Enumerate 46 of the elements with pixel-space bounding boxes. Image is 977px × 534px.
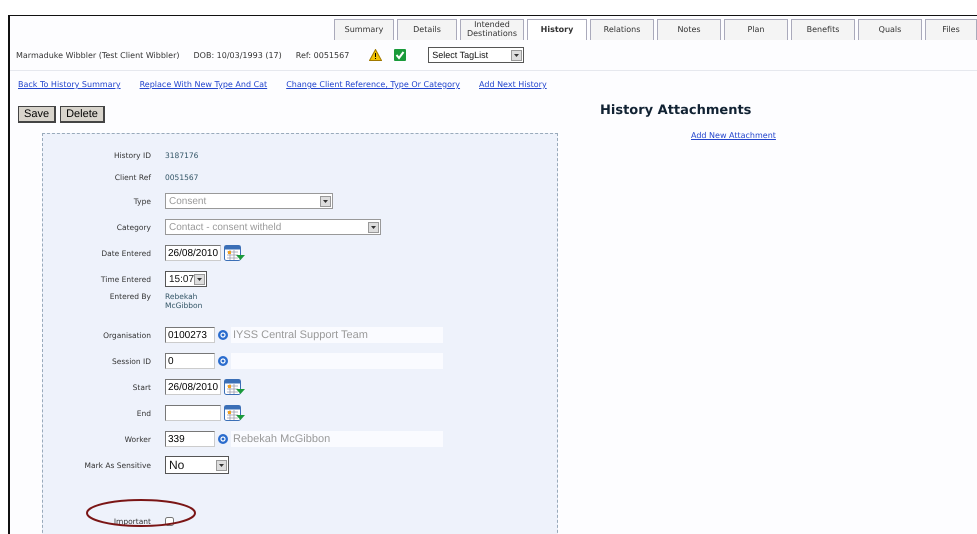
code-field[interactable]: 339: [165, 431, 215, 447]
lookup-description: Rebekah McGibbon: [231, 431, 443, 447]
calendar-icon[interactable]: [224, 404, 246, 422]
dropdown[interactable]: No: [165, 456, 229, 474]
help-icon[interactable]: [218, 356, 228, 366]
client-ref: Ref: 0051567: [296, 50, 350, 60]
calendar-icon[interactable]: [224, 378, 246, 396]
caret-icon: [323, 200, 328, 202]
delete-button[interactable]: Delete: [60, 106, 105, 123]
code-field[interactable]: 0100273: [165, 327, 215, 343]
nav-link[interactable]: Add Next History: [479, 80, 547, 89]
tab[interactable]: Relations: [590, 19, 654, 40]
checkbox[interactable]: [165, 516, 174, 526]
calendar-icon[interactable]: [224, 244, 246, 262]
tab[interactable]: History: [527, 19, 587, 40]
save-button[interactable]: Save: [18, 106, 56, 123]
lookup-description: IYSS Central Support Team: [231, 327, 443, 343]
nav-link[interactable]: Back To History Summary: [18, 80, 121, 89]
caret-icon: [197, 278, 202, 280]
help-icon[interactable]: [218, 434, 228, 444]
date-field[interactable]: [165, 405, 221, 421]
tab[interactable]: Plan: [724, 19, 788, 40]
date-field[interactable]: 26/08/2010: [165, 245, 221, 261]
attachments-heading: History Attachments: [600, 103, 752, 118]
tab[interactable]: Files: [925, 19, 977, 40]
nav-link[interactable]: Change Client Reference, Type Or Category: [286, 80, 460, 89]
add-attachment-link[interactable]: Add New Attachment: [691, 131, 776, 140]
nav-link[interactable]: Replace With New Type And Cat: [140, 80, 268, 89]
code-field[interactable]: 0: [165, 353, 215, 369]
caret-icon: [219, 464, 224, 466]
help-icon[interactable]: [218, 330, 228, 340]
tab[interactable]: Summary: [334, 19, 394, 40]
client-name: Marmaduke Wibbler (Test Client Wibbler): [16, 50, 180, 60]
tab[interactable]: Intended Destinations: [460, 19, 524, 40]
tab[interactable]: Notes: [657, 19, 721, 40]
tab[interactable]: Details: [397, 19, 457, 40]
caret-icon: [371, 226, 376, 228]
taglist-dropdown[interactable]: Select TagList: [428, 47, 524, 63]
dropdown[interactable]: 15:07: [165, 271, 207, 287]
warning-icon: [369, 49, 382, 61]
check-icon: [394, 49, 406, 61]
client-dob: DOB: 10/03/1993 (17): [194, 50, 282, 60]
date-field[interactable]: 26/08/2010: [165, 379, 221, 395]
caret-icon: [514, 54, 520, 56]
tab[interactable]: Quals: [858, 19, 922, 40]
tab[interactable]: Benefits: [791, 19, 855, 40]
